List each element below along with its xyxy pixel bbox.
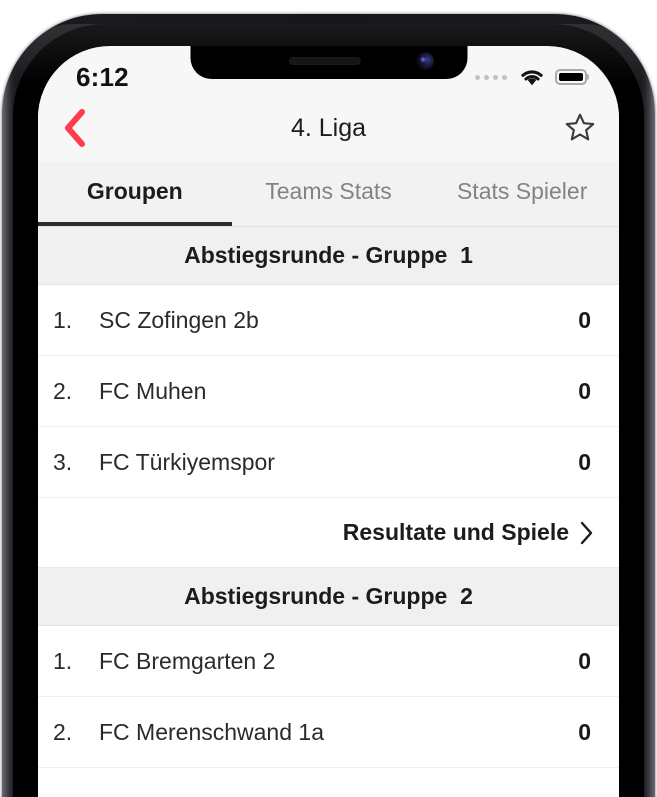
link-label: Resultate und Spiele: [342, 519, 569, 545]
table-row[interactable]: 2. FC Merenschwand 1a 0: [38, 697, 619, 768]
row-rank: 1.: [53, 306, 73, 333]
row-team-name: SC Zofingen 2b: [99, 306, 259, 333]
favorite-button[interactable]: [555, 103, 605, 153]
tab-label: Teams Stats: [265, 178, 392, 204]
section-header: Abstiegsrunde - Gruppe 2: [38, 568, 619, 626]
table-row[interactable]: 3. FC Türkiyemspor 0: [38, 427, 619, 498]
results-and-games-link[interactable]: Resultate und Spiele: [38, 498, 619, 568]
table-row[interactable]: 1. SC Zofingen 2b 0: [38, 285, 619, 356]
navigation-bar: 4. Liga: [38, 94, 619, 162]
row-team-name: FC Türkiyemspor: [99, 448, 275, 475]
chevron-right-icon: [579, 520, 595, 546]
tab-stats-spieler[interactable]: Stats Spieler: [425, 162, 619, 227]
row-points: 0: [578, 306, 591, 333]
row-rank: 2.: [53, 377, 73, 404]
section-header: Abstiegsrunde - Gruppe 1: [38, 227, 619, 285]
table-row[interactable]: 2. FC Muhen 0: [38, 356, 619, 427]
row-points: 0: [578, 448, 591, 475]
wifi-icon: [521, 70, 543, 86]
row-team-name: FC Muhen: [99, 377, 207, 404]
row-team-name: FC Bremgarten 2: [99, 647, 276, 674]
tab-label: Stats Spieler: [456, 178, 588, 204]
status-time: 6:12: [76, 61, 129, 92]
tab-label: Groupen: [86, 178, 183, 204]
signal-dots-icon: [475, 74, 507, 80]
row-points: 0: [578, 718, 591, 745]
row-team-name: FC Merenschwand 1a: [99, 718, 324, 745]
status-indicators: [475, 67, 587, 87]
star-outline-icon: [565, 113, 595, 141]
notch: [190, 46, 467, 79]
earpiece-speaker-icon: [288, 57, 361, 65]
phone-screen: 6:12 4. Liga Groupen Teams Stats Stats S…: [38, 46, 619, 797]
row-rank: 3.: [53, 448, 73, 475]
tab-groupen[interactable]: Groupen: [38, 162, 232, 227]
row-points: 0: [578, 377, 591, 404]
table-row[interactable]: 1. FC Bremgarten 2 0: [38, 626, 619, 697]
group-list: Abstiegsrunde - Gruppe 1 1. SC Zofingen …: [38, 227, 619, 797]
row-rank: 1.: [53, 647, 73, 674]
row-rank: 2.: [53, 718, 73, 745]
tab-bar[interactable]: Groupen Teams Stats Stats Spieler: [38, 162, 619, 227]
row-points: 0: [578, 647, 591, 674]
battery-full-icon: [555, 69, 587, 85]
page-title: 4. Liga: [290, 113, 367, 142]
phone-frame: 6:12 4. Liga Groupen Teams Stats Stats S…: [0, 0, 657, 797]
front-camera-icon: [417, 53, 433, 69]
tab-teams-stats[interactable]: Teams Stats: [232, 162, 426, 227]
